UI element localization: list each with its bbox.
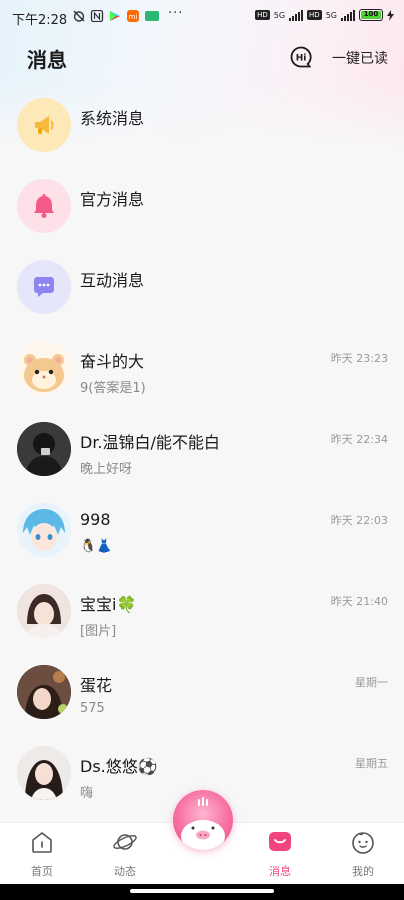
bell-icon	[34, 194, 54, 218]
system-home-bar	[0, 884, 404, 900]
interaction-messages-avatar	[17, 260, 71, 314]
avatar[interactable]	[17, 422, 71, 476]
conversation-row[interactable]: 998 🐧👗 昨天 22:03	[0, 489, 404, 570]
photo-avatar-icon	[17, 422, 71, 476]
avatar[interactable]	[17, 746, 71, 800]
network-label-2: 5G	[325, 10, 337, 20]
anime-avatar-icon	[17, 503, 71, 557]
official-messages-avatar	[17, 179, 71, 233]
home-indicator[interactable]	[130, 889, 274, 893]
signal-icon-2	[341, 9, 355, 21]
conversation-row[interactable]: 蛋花 575 星期一	[0, 651, 404, 732]
official-messages-row[interactable]: 官方消息	[0, 165, 404, 246]
battery-icon: 100	[359, 9, 383, 21]
conversation-name: Dr.温锦白/能不能白	[80, 433, 220, 452]
profile-face-icon	[352, 832, 374, 854]
conversation-name: 998	[80, 510, 111, 529]
official-messages-label: 官方消息	[80, 190, 145, 209]
hd-icon-2: HD	[307, 10, 322, 20]
photo-avatar-icon	[17, 746, 71, 800]
conversation-preview: 9(答案是1)	[80, 381, 146, 396]
conversation-preview: 575	[80, 701, 105, 716]
megaphone-icon	[35, 116, 54, 134]
svg-text:Hi: Hi	[296, 54, 307, 64]
photo-avatar-icon	[17, 665, 71, 719]
center-action-button[interactable]	[173, 790, 233, 850]
system-messages-row[interactable]: 系统消息	[0, 84, 404, 165]
conversation-name: 奋斗的大	[80, 352, 145, 371]
status-bar: 下午2:28 mi ··· HD 5G HD 5G 100	[0, 0, 404, 34]
message-list: 系统消息 官方消息 互动消息 奋斗的大 9(答案是1) 昨天 23:23 Dr.…	[0, 84, 404, 813]
nav-feed-label: 动态	[114, 865, 136, 878]
avatar[interactable]	[17, 503, 71, 557]
status-time: 下午2:28	[12, 13, 68, 28]
interaction-messages-label: 互动消息	[80, 271, 145, 290]
nfc-icon	[90, 10, 104, 22]
conversation-time: 昨天 21:40	[330, 595, 388, 608]
page-title: 消息	[27, 48, 67, 72]
charging-icon	[387, 9, 394, 21]
message-icon	[269, 832, 291, 851]
system-messages-avatar	[17, 98, 71, 152]
conversation-name: 蛋花	[80, 676, 113, 695]
hd-icon: HD	[255, 10, 270, 20]
conversation-time: 昨天 22:34	[330, 433, 388, 446]
interaction-messages-row[interactable]: 互动消息	[0, 246, 404, 327]
nav-messages-label: 消息	[269, 865, 291, 878]
more-notifications-icon: ···	[168, 6, 184, 21]
conversation-row[interactable]: Dr.温锦白/能不能白 晚上好呀 昨天 22:34	[0, 408, 404, 489]
conversation-row[interactable]: 宝宝i🍀 [图片] 昨天 21:40	[0, 570, 404, 651]
nav-me-label: 我的	[352, 865, 374, 878]
alarm-off-icon	[73, 10, 85, 22]
conversation-time: 星期一	[355, 676, 388, 689]
mark-all-read-button[interactable]: 一键已读	[332, 48, 388, 68]
svg-text:mi: mi	[129, 13, 138, 21]
conversation-row[interactable]: 奋斗的大 9(答案是1) 昨天 23:23	[0, 327, 404, 408]
network-label: 5G	[273, 10, 286, 20]
hi-bubble-icon[interactable]: Hi	[290, 46, 312, 68]
home-icon	[32, 832, 52, 853]
conversation-preview: 嗨	[80, 786, 94, 801]
conversation-preview: [图片]	[80, 624, 117, 639]
nav-feed[interactable]: 动态	[95, 829, 155, 879]
pig-mascot-icon	[181, 797, 225, 850]
photo-avatar-icon	[17, 584, 71, 638]
battery-level: 100	[361, 11, 381, 19]
conversation-time: 昨天 22:03	[330, 514, 388, 527]
mi-app-icon: mi	[127, 10, 139, 22]
avatar[interactable]	[17, 341, 71, 395]
conversation-name: Ds.悠悠⚽	[80, 757, 158, 776]
avatar[interactable]	[17, 584, 71, 638]
hamster-avatar-icon	[17, 341, 71, 395]
conversation-preview: 晚上好呀	[80, 462, 133, 477]
conversation-time: 昨天 23:23	[330, 352, 388, 365]
page-header: 消息 Hi 一键已读	[0, 38, 404, 78]
system-messages-label: 系统消息	[80, 109, 145, 128]
chat-bubble-icon	[34, 277, 54, 297]
conversation-name: 宝宝i🍀	[80, 595, 137, 614]
avatar[interactable]	[17, 665, 71, 719]
nav-messages[interactable]: 消息	[250, 829, 310, 879]
nav-home-label: 首页	[31, 865, 53, 878]
play-store-icon	[110, 11, 120, 21]
conversation-preview: 🐧👗	[80, 539, 113, 554]
status-right: HD 5G HD 5G 100	[255, 9, 394, 21]
conversation-time: 星期五	[355, 757, 388, 770]
app-badge-icon	[145, 11, 159, 21]
signal-icon	[289, 9, 304, 21]
planet-icon	[113, 834, 137, 850]
nav-me[interactable]: 我的	[333, 829, 393, 879]
nav-home[interactable]: 首页	[12, 829, 72, 879]
